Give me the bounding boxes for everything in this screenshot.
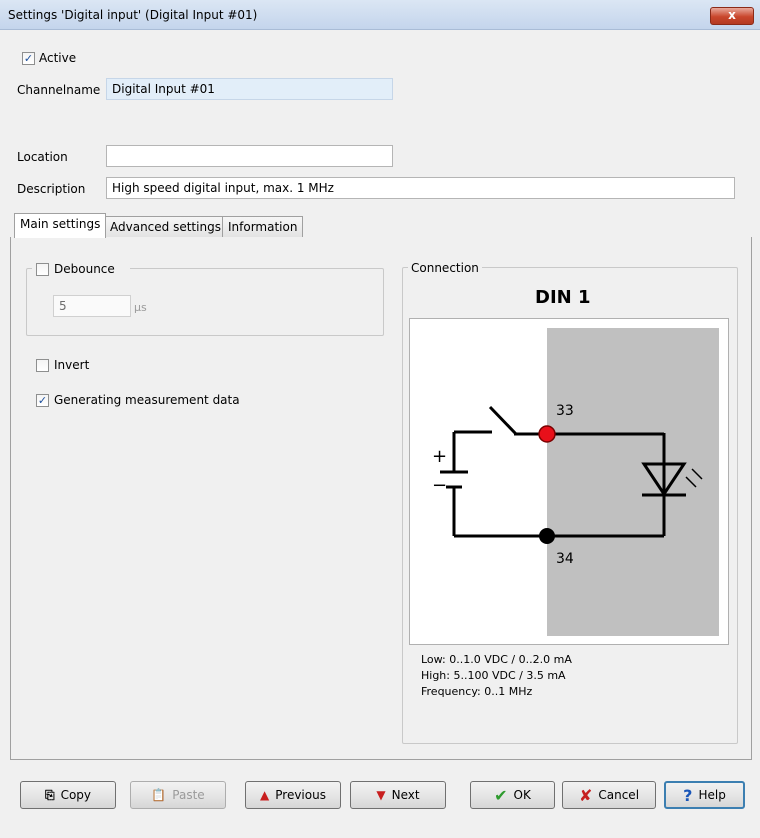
pin-33-terminal	[538, 425, 556, 443]
copy-icon: ⎘	[44, 787, 55, 802]
paste-label: Paste	[172, 788, 205, 802]
copy-label: Copy	[60, 788, 92, 802]
close-button[interactable]: x	[710, 7, 754, 25]
pin-34-terminal	[539, 528, 555, 544]
generating-measurement-data-checkbox[interactable]: ✓	[36, 394, 49, 407]
spec-high: High: 5..100 VDC / 3.5 mA	[421, 669, 566, 682]
channelname-field[interactable]: Digital Input #01	[106, 78, 393, 100]
cancel-x-icon: ✘	[578, 785, 593, 805]
active-label: Active	[39, 51, 77, 65]
cancel-button[interactable]: ✘ Cancel	[562, 781, 656, 809]
active-checkbox[interactable]: ✓	[22, 52, 35, 65]
tab-main-settings[interactable]: Main settings	[14, 213, 107, 238]
next-label: Next	[391, 788, 420, 802]
switch-lever	[488, 405, 518, 436]
description-label: Description	[17, 182, 86, 196]
arrow-up-icon: ▲	[260, 788, 270, 802]
device-terminal-area	[547, 328, 719, 636]
debounce-value-field[interactable]: 5	[53, 295, 131, 317]
ok-button[interactable]: ✔ OK	[470, 781, 555, 809]
connection-specs: Low: 0..1.0 VDC / 0..2.0 mA High: 5..100…	[421, 652, 572, 700]
arrow-down-icon: ▼	[376, 788, 386, 802]
connection-diagram: 33 34 + −	[409, 318, 729, 645]
location-field[interactable]	[106, 145, 393, 167]
pin-34-label: 34	[556, 551, 574, 567]
description-field[interactable]: High speed digital input, max. 1 MHz	[106, 177, 735, 199]
window-title: Settings 'Digital input' (Digital Input …	[8, 8, 258, 22]
spec-frequency: Frequency: 0..1 MHz	[421, 685, 533, 698]
tab-information[interactable]: Information	[222, 216, 304, 237]
checkmark-icon: ✔	[494, 785, 508, 805]
help-icon: ?	[683, 785, 693, 805]
tab-advanced-settings[interactable]: Advanced settings	[104, 216, 227, 237]
help-button[interactable]: ? Help	[664, 781, 745, 809]
ok-label: OK	[513, 788, 531, 802]
copy-button[interactable]: ⎘ Copy	[20, 781, 116, 809]
previous-button[interactable]: ▲ Previous	[245, 781, 341, 809]
help-label: Help	[698, 788, 726, 802]
invert-label: Invert	[54, 358, 90, 372]
invert-checkbox[interactable]	[36, 359, 49, 372]
debounce-checkbox[interactable]	[36, 263, 49, 276]
spec-low: Low: 0..1.0 VDC / 0..2.0 mA	[421, 653, 572, 666]
connection-title: DIN 1	[535, 287, 591, 308]
generating-measurement-data-label: Generating measurement data	[54, 393, 240, 407]
pin-33-label: 33	[556, 403, 574, 419]
cancel-label: Cancel	[598, 788, 640, 802]
channelname-label: Channelname	[17, 83, 101, 97]
debounce-label: Debounce	[54, 262, 115, 276]
battery-minus-label: −	[432, 475, 448, 496]
connection-group-title: Connection	[408, 261, 482, 275]
debounce-unit: µs	[134, 301, 147, 314]
next-button[interactable]: ▼ Next	[350, 781, 446, 809]
paste-icon: 📋	[151, 788, 167, 802]
circuit-diagram	[440, 328, 719, 636]
location-label: Location	[17, 150, 68, 164]
close-icon: x	[728, 8, 736, 22]
title-bar: Settings 'Digital input' (Digital Input …	[0, 0, 760, 30]
paste-button[interactable]: 📋 Paste	[130, 781, 226, 809]
battery-plus-label: +	[432, 446, 448, 467]
previous-label: Previous	[275, 788, 326, 802]
